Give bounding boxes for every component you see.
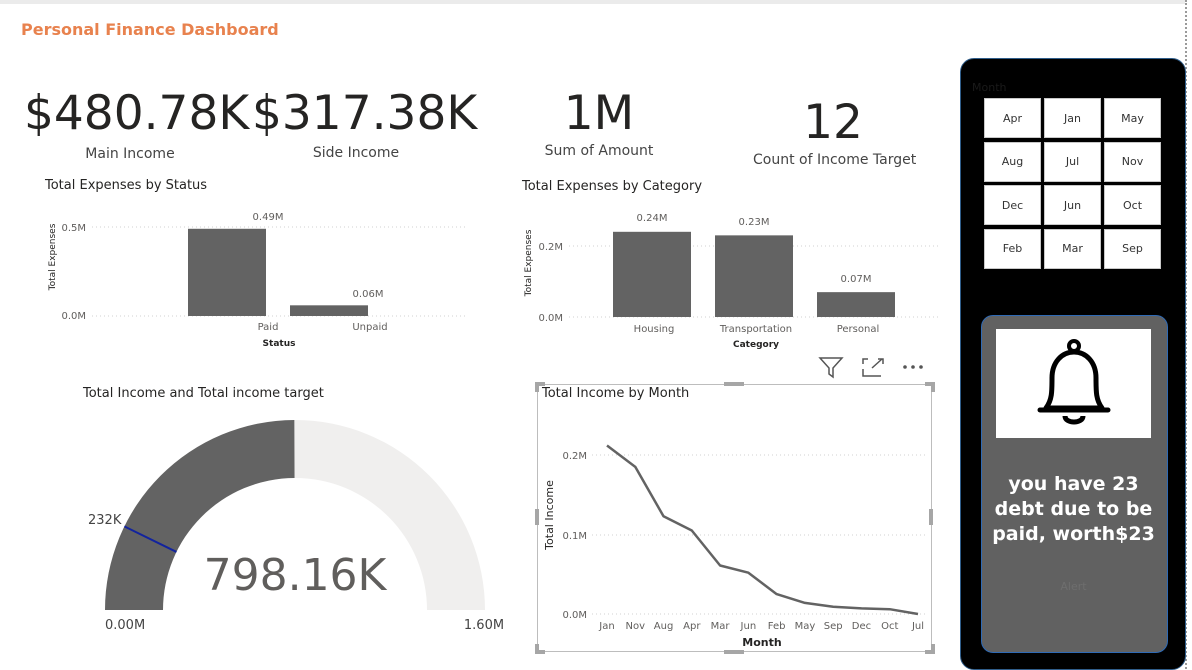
x-tick-label: May: [795, 621, 816, 632]
data-label-personal: 0.07M: [841, 274, 872, 285]
x-tick-label: Dec: [852, 621, 871, 632]
data-label-unpaid: 0.06M: [353, 289, 384, 300]
slicer-option-jul[interactable]: Jul: [1044, 141, 1101, 182]
x-tick-label: Nov: [626, 621, 646, 632]
resize-handle[interactable]: [724, 650, 744, 654]
expenses-by-category-title: Total Expenses by Category: [522, 179, 703, 194]
x-tick-personal: Personal: [837, 324, 880, 335]
filter-icon[interactable]: [818, 355, 844, 379]
data-label-transportation: 0.23M: [739, 217, 770, 228]
x-axis-title: Status: [263, 339, 296, 349]
x-axis-title: Category: [733, 340, 779, 350]
x-tick-paid: Paid: [258, 322, 279, 333]
bar-personal[interactable]: [817, 292, 895, 317]
resize-handle[interactable]: [535, 644, 539, 654]
gauge-title: Total Income and Total income target: [83, 386, 324, 401]
x-tick-unpaid: Unpaid: [352, 322, 387, 333]
y-axis-title: Total Expenses: [524, 229, 534, 297]
expenses-by-category-chart: 0.2M 0.0M Total Expenses 0.24M 0.23M 0.0…: [524, 213, 941, 350]
focus-mode-icon[interactable]: [860, 356, 886, 378]
income-target-count-label: Count of Income Target: [753, 152, 917, 168]
side-income-label: Side Income: [312, 145, 400, 161]
main-income-label: Main Income: [85, 146, 175, 162]
side-income-value: $317.38K: [252, 86, 478, 141]
bar-transportation[interactable]: [715, 235, 793, 317]
x-tick-label: Apr: [683, 621, 701, 632]
slicer-option-dec[interactable]: Dec: [984, 185, 1041, 225]
x-tick-label: Jun: [740, 621, 757, 632]
main-income-value: $480.78K: [24, 86, 250, 141]
slicer-option-may[interactable]: May: [1104, 98, 1161, 138]
income-by-month-chart: 0.2M 0.1M 0.0M Total Income Jan Nov Aug Apr…: [543, 444, 925, 649]
x-tick-label: Feb: [768, 621, 786, 632]
slicer-option-jun[interactable]: Jun: [1044, 185, 1101, 225]
x-tick-label: Aug: [654, 621, 674, 632]
income-by-month-title: Total Income by Month: [542, 386, 690, 401]
x-tick-label: Oct: [881, 621, 898, 632]
gauge-value: 798.16K: [204, 550, 388, 601]
y-axis-title: Total Expenses: [48, 223, 58, 291]
slicer-option-apr[interactable]: Apr: [984, 98, 1041, 138]
gauge-min-label: 0.00M: [105, 618, 145, 633]
alert-caption: Alert: [1060, 580, 1087, 593]
data-label-paid: 0.49M: [253, 212, 284, 223]
x-tick-housing: Housing: [634, 324, 675, 335]
sum-of-amount-value: 1M: [563, 86, 635, 141]
expenses-by-status-chart: 0.5M 0.0M Total Expenses 0.49M 0.06M Pai…: [48, 212, 465, 349]
slicer-option-oct[interactable]: Oct: [1104, 185, 1161, 225]
month-slicer: Apr Jan May Aug Jul Nov Dec Jun Oct Feb …: [984, 98, 1164, 269]
gauge-target-label: 232K: [88, 513, 122, 528]
y-tick-label: 0.2M: [562, 451, 587, 462]
income-gauge: 798.16K 232K 0.00M 1.60M: [88, 420, 504, 633]
slicer-option-mar[interactable]: Mar: [1044, 228, 1101, 269]
alert-message: you have 23 debt due to be paid, worth$2…: [992, 473, 1155, 545]
income-target-count-value: 12: [803, 95, 863, 150]
resize-handle[interactable]: [931, 644, 935, 654]
x-tick-transportation: Transportation: [719, 324, 792, 335]
slicer-option-sep[interactable]: Sep: [1104, 228, 1161, 269]
resize-handle[interactable]: [535, 509, 539, 525]
resize-handle[interactable]: [931, 382, 935, 392]
page-title: Personal Finance Dashboard: [21, 20, 279, 39]
more-options-icon[interactable]: [900, 360, 926, 374]
x-tick-label: Mar: [711, 621, 731, 632]
slicer-option-feb[interactable]: Feb: [984, 228, 1041, 269]
bar-housing[interactable]: [613, 231, 691, 317]
resize-handle[interactable]: [535, 382, 539, 392]
bar-unpaid[interactable]: [290, 305, 368, 316]
x-axis-title: Month: [742, 636, 781, 649]
slicer-option-aug[interactable]: Aug: [984, 141, 1041, 182]
y-tick-label: 0.1M: [562, 531, 587, 542]
x-tick-label: Jan: [598, 621, 614, 632]
expenses-by-status-title: Total Expenses by Status: [45, 178, 208, 193]
resize-handle[interactable]: [724, 382, 744, 386]
y-tick-label: 0.2M: [538, 242, 563, 253]
bar-paid[interactable]: [188, 228, 266, 316]
slicer-option-nov[interactable]: Nov: [1104, 141, 1161, 182]
income-series-line: [606, 444, 919, 616]
y-tick-label: 0.0M: [562, 610, 587, 621]
slicer-option-jan[interactable]: Jan: [1044, 98, 1101, 138]
data-label-housing: 0.24M: [637, 213, 668, 224]
sum-of-amount-label: Sum of Amount: [544, 143, 654, 159]
bell-icon: [1037, 339, 1111, 425]
y-axis-title: Total Income: [543, 480, 556, 551]
x-tick-label: Sep: [824, 621, 843, 632]
y-tick-label: 0.0M: [538, 313, 563, 324]
month-slicer-title: Month: [972, 81, 1007, 94]
x-tick-label: Jul: [911, 621, 924, 632]
gauge-max-label: 1.60M: [464, 618, 504, 633]
top-divider: [0, 0, 1185, 4]
y-tick-label: 0.5M: [61, 223, 86, 234]
y-tick-label: 0.0M: [61, 311, 86, 322]
